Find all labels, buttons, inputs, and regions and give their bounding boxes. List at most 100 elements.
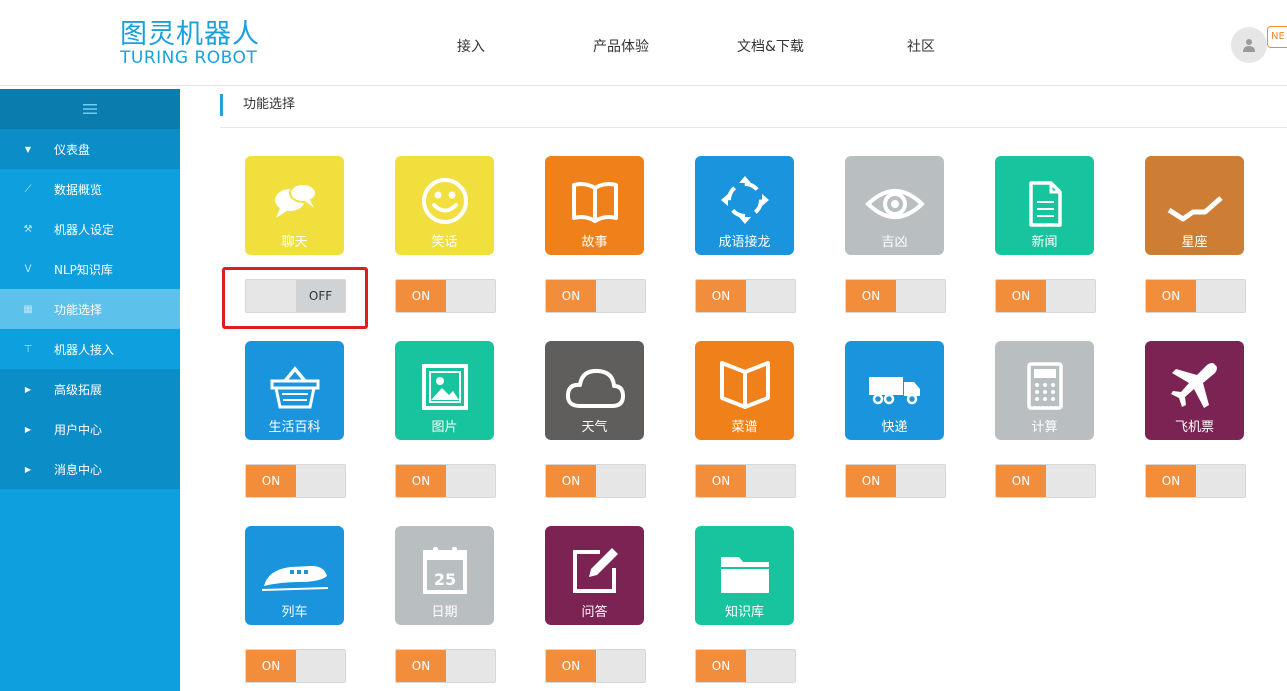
feature-card[interactable]: 新闻 — [995, 156, 1094, 255]
nav-access[interactable]: 接入 — [457, 36, 485, 56]
feature-label: 吉凶 — [881, 235, 908, 250]
feature-card[interactable]: 计算 — [995, 341, 1094, 440]
feature-label: 笑话 — [431, 235, 458, 250]
toggle-on-label: ON — [396, 465, 446, 497]
feature-label: 聊天 — [281, 235, 308, 250]
feature-card[interactable]: 列车 — [245, 526, 344, 625]
toggle-on-label: ON — [546, 650, 596, 682]
logo-english: TURING ROBOT — [120, 48, 258, 68]
sidebar-item-label: 功能选择 — [54, 302, 103, 317]
toggle-on-label: ON — [996, 465, 1046, 497]
feature-toggle[interactable]: ON — [845, 279, 946, 313]
toggle-on-label: ON — [846, 465, 896, 497]
feature-label: 图片 — [431, 420, 458, 435]
grid-icon: ▦ — [23, 303, 33, 315]
nav-docs-download[interactable]: 文档&下载 — [737, 36, 804, 56]
feature-toggle[interactable]: ON — [1145, 279, 1246, 313]
sidebar-item-label: 数据概览 — [54, 182, 103, 197]
sidebar-item-data-overview[interactable]: ⟋ 数据概览 — [0, 169, 180, 209]
sidebar-item-label: 用户中心 — [54, 422, 103, 437]
feature-toggle[interactable]: ON — [545, 279, 646, 313]
toggle-on-label: ON — [546, 465, 596, 497]
toggle-on-label: ON — [696, 465, 746, 497]
feature-card[interactable]: 图片 — [395, 341, 494, 440]
sidebar-item-robot-settings[interactable]: ⚒ 机器人设定 — [0, 209, 180, 249]
feature-card[interactable]: 笑话 — [395, 156, 494, 255]
caret-down-icon: ▼ — [24, 144, 32, 154]
sidebar-item-label: 消息中心 — [54, 462, 103, 477]
sidebar-menu-toggle[interactable] — [0, 89, 180, 129]
nav-community[interactable]: 社区 — [907, 36, 935, 56]
feature-toggle[interactable]: ON — [245, 464, 346, 498]
feature-label: 新闻 — [1031, 235, 1058, 250]
sidebar-item-feature-select[interactable]: ▦ 功能选择 — [0, 289, 180, 329]
sidebar-item-user-center[interactable]: ▶ 用户中心 — [0, 409, 180, 449]
feature-toggle[interactable]: ON — [245, 649, 346, 683]
feature-card[interactable]: 25 日期 — [395, 526, 494, 625]
feature-label: 成语接龙 — [718, 235, 771, 250]
nlp-icon: ᐯ — [24, 263, 32, 275]
page-title: 功能选择 — [220, 94, 295, 116]
chart-icon: ⟋ — [24, 183, 32, 195]
feature-toggle[interactable]: ON — [395, 464, 496, 498]
feature-label: 知识库 — [724, 605, 764, 620]
toggle-on-label: ON — [246, 650, 296, 682]
feature-card[interactable]: 飞机票 — [1145, 341, 1244, 440]
feature-label: 快递 — [881, 420, 908, 435]
feature-toggle[interactable]: ON — [995, 279, 1096, 313]
feature-card[interactable]: 知识库 — [695, 526, 794, 625]
caret-right-icon: ▶ — [24, 424, 32, 434]
feature-card[interactable]: 天气 — [545, 341, 644, 440]
feature-card[interactable]: 菜谱 — [695, 341, 794, 440]
toggle-on-label: ON — [396, 280, 446, 312]
toggle-on-label: ON — [396, 650, 446, 682]
sidebar-item-advanced[interactable]: ▶ 高级拓展 — [0, 369, 180, 409]
feature-card[interactable]: 快递 — [845, 341, 944, 440]
feature-toggle[interactable]: ON — [695, 279, 796, 313]
nav-product-experience[interactable]: 产品体验 — [593, 36, 649, 56]
feature-toggle[interactable]: ON — [995, 464, 1096, 498]
sidebar-item-nlp-kb[interactable]: ᐯ NLP知识库 — [0, 249, 180, 289]
feature-card[interactable]: 问答 — [545, 526, 644, 625]
feature-card[interactable]: 吉凶 — [845, 156, 944, 255]
caret-right-icon: ▶ — [24, 384, 32, 394]
top-header: 图灵机器人 TURING ROBOT 接入 产品体验 文档&下载 社区 NE — [0, 0, 1287, 86]
feature-label: 列车 — [281, 605, 308, 620]
feature-label: 菜谱 — [731, 420, 758, 435]
feature-card[interactable]: 生活百科 — [245, 341, 344, 440]
sidebar-item-label: 机器人设定 — [54, 222, 115, 237]
feature-toggle[interactable]: ON — [395, 279, 496, 313]
turing-robot-logo[interactable]: 图灵机器人 TURING ROBOT — [120, 12, 270, 72]
user-avatar[interactable] — [1231, 27, 1267, 63]
feature-toggle[interactable]: ON — [845, 464, 946, 498]
plug-icon: ⊤ — [23, 343, 33, 355]
toggle-on-label: ON — [546, 280, 596, 312]
feature-toggle[interactable]: ON — [545, 464, 646, 498]
feature-toggle[interactable]: ON — [545, 649, 646, 683]
feature-card[interactable]: 故事 — [545, 156, 644, 255]
sidebar-item-message-center[interactable]: ▶ 消息中心 — [0, 449, 180, 489]
caret-right-icon: ▶ — [24, 464, 32, 474]
toggle-on-label: ON — [246, 465, 296, 497]
sidebar-item-label: NLP知识库 — [54, 262, 113, 277]
feature-card[interactable]: 成语接龙 — [695, 156, 794, 255]
toggle-on-label: ON — [696, 650, 746, 682]
wrench-icon: ⚒ — [23, 223, 33, 235]
feature-toggle[interactable]: ON — [395, 649, 496, 683]
toggle-on-label: ON — [1146, 465, 1196, 497]
sidebar-item-robot-access[interactable]: ⊤ 机器人接入 — [0, 329, 180, 369]
sidebar-items: ▼ 仪表盘 ⟋ 数据概览 ⚒ 机器人设定 ᐯ NLP知识库 ▦ 功能选择 ⊤ 机器人接入 ▶ 高级拓展 ▶ 用… — [0, 129, 180, 489]
feature-card[interactable]: 聊天 — [245, 156, 344, 255]
feature-label: 飞机票 — [1174, 420, 1214, 435]
feature-toggle[interactable]: ON — [1145, 464, 1246, 498]
user-icon — [1243, 39, 1255, 52]
hamburger-icon — [83, 104, 97, 114]
feature-card[interactable]: 星座 — [1145, 156, 1244, 255]
feature-label: 计算 — [1031, 420, 1058, 435]
feature-toggle[interactable]: ON — [695, 649, 796, 683]
feature-toggle[interactable]: ON — [695, 464, 796, 498]
feature-label: 星座 — [1181, 235, 1208, 250]
logo-chinese: 图灵机器人 — [120, 19, 260, 50]
sidebar-item-label: 仪表盘 — [54, 142, 91, 157]
sidebar-item-dashboard[interactable]: ▼ 仪表盘 — [0, 129, 180, 169]
